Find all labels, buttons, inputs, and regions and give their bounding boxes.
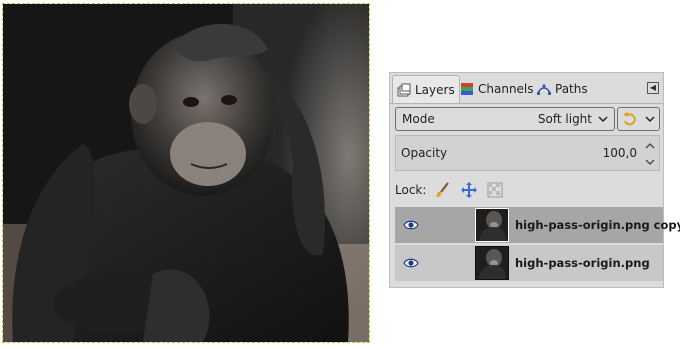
channels-icon	[461, 83, 473, 95]
move-icon[interactable]	[460, 181, 478, 199]
mode-label: Mode	[402, 112, 435, 126]
layers-dock: Layers Channels Paths ◀ Mode Soft light …	[389, 72, 680, 288]
dock-tabs: Layers Channels Paths ◀	[390, 73, 663, 104]
chimpanzee-thumbnail	[476, 209, 508, 241]
lock-row: Lock:	[395, 181, 504, 199]
layers-icon	[397, 83, 411, 96]
chimpanzee-photo	[3, 4, 369, 342]
layer-row[interactable]: high-pass-origin.png copy	[395, 207, 680, 243]
layer-name: high-pass-origin.png copy	[515, 218, 680, 232]
alpha-checker-icon[interactable]	[486, 181, 504, 199]
image-canvas[interactable]	[2, 3, 370, 343]
tab-label: Channels	[478, 82, 534, 96]
opacity-value: 100,0	[602, 146, 637, 160]
tab-label: Layers	[415, 82, 455, 97]
layer-thumbnail	[475, 208, 509, 242]
layer-name: high-pass-origin.png	[515, 256, 650, 270]
paintbrush-icon[interactable]	[434, 181, 452, 199]
mode-reset-dropdown[interactable]	[617, 107, 660, 131]
layers-list: high-pass-origin.png copy high-pass-orig…	[395, 207, 680, 287]
eye-icon[interactable]	[403, 257, 419, 269]
mode-value: Soft light	[537, 112, 592, 126]
panel-menu-button[interactable]: ◀	[647, 82, 659, 94]
chevron-down-icon	[598, 116, 608, 123]
eye-icon[interactable]	[403, 219, 419, 231]
paths-icon	[537, 84, 551, 95]
chimpanzee-thumbnail	[476, 247, 508, 279]
tab-label: Paths	[555, 82, 588, 96]
chevron-left-icon: ◀	[649, 83, 657, 92]
chevron-down-icon[interactable]	[645, 158, 655, 166]
undo-icon	[622, 112, 636, 126]
mode-dropdown[interactable]: Mode Soft light	[395, 107, 615, 131]
opacity-label: Opacity	[401, 146, 448, 160]
layer-thumbnail	[475, 246, 509, 280]
lock-label: Lock:	[395, 183, 427, 197]
tab-channels[interactable]: Channels	[456, 76, 538, 102]
tab-paths[interactable]: Paths	[533, 76, 592, 102]
chevron-down-icon	[645, 116, 655, 123]
layer-row[interactable]: high-pass-origin.png	[395, 245, 663, 281]
tab-layers[interactable]: Layers	[392, 75, 460, 103]
chevron-up-icon[interactable]	[645, 142, 655, 150]
opacity-spin-scale[interactable]: Opacity 100,0	[395, 135, 660, 171]
